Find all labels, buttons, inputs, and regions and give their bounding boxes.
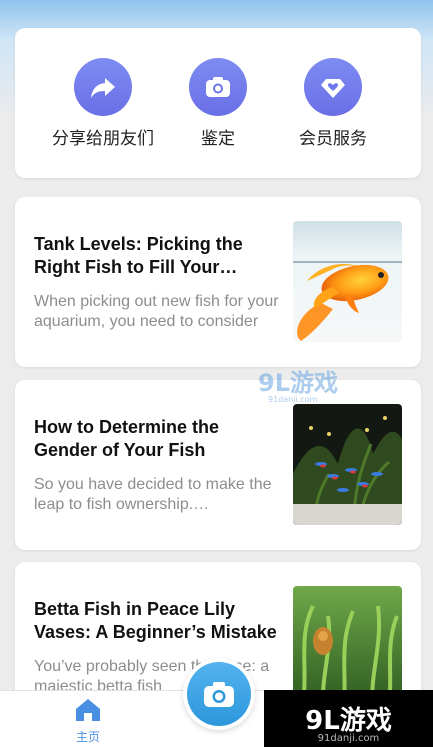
watermark-url: 91danji.com [317, 733, 380, 744]
camera-fab-button[interactable] [183, 658, 255, 730]
watermark-sub: 91danji.com [268, 395, 318, 404]
center-watermark: 9L游戏 91danji.com [256, 365, 366, 405]
goldfish-photo [293, 221, 402, 342]
share-action[interactable]: 分享给朋友们 [43, 58, 163, 149]
nav-home-label: 主页 [75, 730, 100, 744]
watermark-logo-text: 9L游戏 [305, 706, 392, 736]
vip-label: 会员服务 [299, 129, 367, 149]
vip-heart-icon [304, 58, 362, 116]
article-title: Tank Levels: Picking the Right Fish to F… [34, 234, 243, 277]
identify-action[interactable]: 鉴定 [158, 58, 278, 149]
article-title: How to Determine the Gender of Your Fish [34, 417, 220, 460]
plants-photo [293, 586, 402, 707]
home-icon [76, 699, 100, 721]
camera-icon [204, 682, 234, 707]
nav-home[interactable]: 主页 [68, 697, 108, 745]
identify-label: 鉴定 [201, 129, 235, 149]
quick-actions-card: 分享给朋友们 鉴定 会员服务 [15, 28, 421, 178]
article-title: Betta Fish in Peace Lily Vases: A Beginn… [34, 599, 277, 642]
share-arrow-icon [74, 58, 132, 116]
article-card[interactable]: Tank Levels: Picking the Right Fish to F… [15, 197, 421, 367]
vip-action[interactable]: 会员服务 [273, 58, 393, 149]
watermark-text: 9L游戏 [258, 369, 338, 397]
article-excerpt: So you have decided to make the leap to … [34, 476, 272, 513]
share-label: 分享给朋友们 [52, 129, 154, 149]
article-card[interactable]: How to Determine the Gender of Your Fish… [15, 380, 421, 550]
aquarium-tetras-photo [293, 404, 402, 525]
article-excerpt: When picking out new fish for your aquar… [34, 293, 279, 330]
corner-watermark: 9L游戏 91danji.com [264, 690, 433, 747]
camera-icon [189, 58, 247, 116]
